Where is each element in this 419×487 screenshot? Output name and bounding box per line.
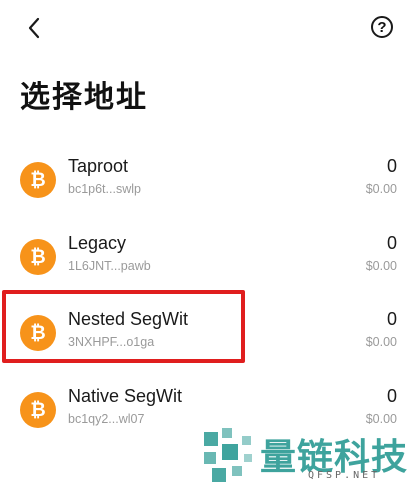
address-type-label: Legacy — [68, 233, 127, 253]
highlight-box — [2, 290, 245, 363]
address-text: bc1p6t...swlp — [68, 182, 141, 196]
watermark: 量链科技 QFSP.NET — [198, 424, 419, 487]
fiat-balance: $0.00 — [365, 335, 397, 349]
question-circle-icon: ? — [377, 18, 387, 36]
fiat-balance: $0.00 — [365, 182, 397, 196]
top-bar: ? — [0, 0, 419, 56]
address-item-legacy[interactable]: ₿ Legacy 1L6JNT...pawb 0 $0.00 — [0, 229, 419, 289]
watermark-logo-icon — [204, 428, 252, 482]
svg-text:₿: ₿ — [30, 399, 45, 421]
watermark-domain: QFSP.NET — [308, 470, 381, 481]
back-button[interactable] — [22, 14, 46, 42]
address-type-label: Taproot — [68, 156, 129, 176]
address-item-taproot[interactable]: ₿ Taproot bc1p6t...swlp 0 $0.00 — [0, 152, 419, 212]
balance-amount: 0 — [386, 156, 397, 176]
bitcoin-icon: ₿ — [20, 392, 56, 428]
fiat-balance: $0.00 — [365, 259, 397, 273]
balance-amount: 0 — [386, 386, 397, 406]
balance-amount: 0 — [386, 309, 397, 329]
bitcoin-icon: ₿ — [20, 162, 56, 198]
bitcoin-icon: ₿ — [20, 239, 56, 275]
address-type-label: Native SegWit — [68, 386, 183, 406]
address-text: bc1qy2...wl07 — [68, 412, 145, 426]
help-button[interactable]: ? — [371, 16, 393, 38]
svg-text:₿: ₿ — [30, 246, 45, 268]
chevron-left-icon — [28, 17, 40, 39]
page-title: 选择地址 — [20, 80, 148, 115]
address-text: 1L6JNT...pawb — [68, 259, 151, 273]
balance-amount: 0 — [386, 233, 397, 253]
svg-text:₿: ₿ — [30, 169, 45, 191]
